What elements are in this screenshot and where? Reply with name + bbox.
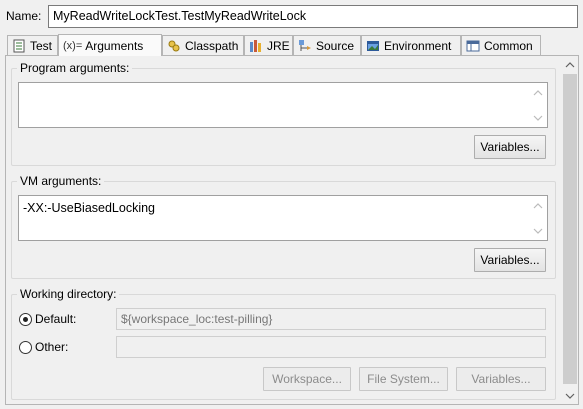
program-variables-button[interactable]: Variables... xyxy=(474,135,546,159)
scroll-down-icon[interactable] xyxy=(533,225,543,235)
scroll-up-icon[interactable] xyxy=(533,200,543,210)
workspace-button[interactable]: Workspace... xyxy=(263,367,351,391)
working-variables-button[interactable]: Variables... xyxy=(456,367,546,391)
tab-classpath-label: Classpath xyxy=(185,38,239,53)
tab-jre-label: JRE xyxy=(267,38,290,53)
tab-common[interactable]: Common xyxy=(461,35,541,55)
scroll-down-icon[interactable] xyxy=(533,112,543,122)
panel-scroll-down-icon[interactable] xyxy=(565,390,575,404)
other-radio[interactable] xyxy=(19,341,32,354)
arguments-icon: (x)= xyxy=(63,39,83,52)
default-radio[interactable] xyxy=(19,313,32,326)
other-directory-field[interactable] xyxy=(116,336,546,358)
tab-environment[interactable]: Environment xyxy=(361,35,461,55)
name-input[interactable]: MyReadWriteLockTest.TestMyReadWriteLock xyxy=(48,5,578,28)
common-icon xyxy=(466,39,480,53)
program-arguments-label: Program arguments: xyxy=(17,61,133,75)
test-icon xyxy=(12,39,26,53)
jre-icon xyxy=(249,39,263,53)
file-system-button[interactable]: File System... xyxy=(359,367,448,391)
tab-arguments[interactable]: (x)= Arguments xyxy=(58,34,162,56)
vm-arguments-scrollbar[interactable] xyxy=(530,196,546,240)
tab-test[interactable]: Test xyxy=(7,35,58,55)
other-label[interactable]: Other: xyxy=(35,340,68,354)
environment-icon xyxy=(366,39,380,53)
program-arguments-scrollbar[interactable] xyxy=(530,83,546,127)
tab-jre[interactable]: JRE xyxy=(244,35,293,55)
default-label[interactable]: Default: xyxy=(35,312,76,326)
working-directory-label: Working directory: xyxy=(17,287,120,301)
default-directory-field: ${workspace_loc:test-pilling} xyxy=(116,308,546,330)
tab-source[interactable]: Source xyxy=(293,35,361,55)
vm-arguments-input[interactable]: -XX:-UseBiasedLocking xyxy=(18,195,548,241)
vm-arguments-label: VM arguments: xyxy=(17,174,105,188)
scroll-up-icon[interactable] xyxy=(533,87,543,97)
tab-source-label: Source xyxy=(316,38,355,53)
tab-arguments-label: Arguments xyxy=(85,38,144,53)
tab-common-label: Common xyxy=(484,38,533,53)
name-label: Name: xyxy=(6,9,42,23)
classpath-icon xyxy=(167,39,181,53)
panel-scrollbar-thumb[interactable] xyxy=(563,74,577,384)
tab-classpath[interactable]: Classpath xyxy=(162,35,244,55)
tab-test-label: Test xyxy=(30,38,53,53)
program-arguments-input[interactable] xyxy=(18,82,548,128)
panel-scroll-up-icon[interactable] xyxy=(565,59,575,73)
tab-environment-label: Environment xyxy=(384,38,452,53)
source-icon xyxy=(298,39,312,53)
vm-variables-button[interactable]: Variables... xyxy=(474,248,546,272)
